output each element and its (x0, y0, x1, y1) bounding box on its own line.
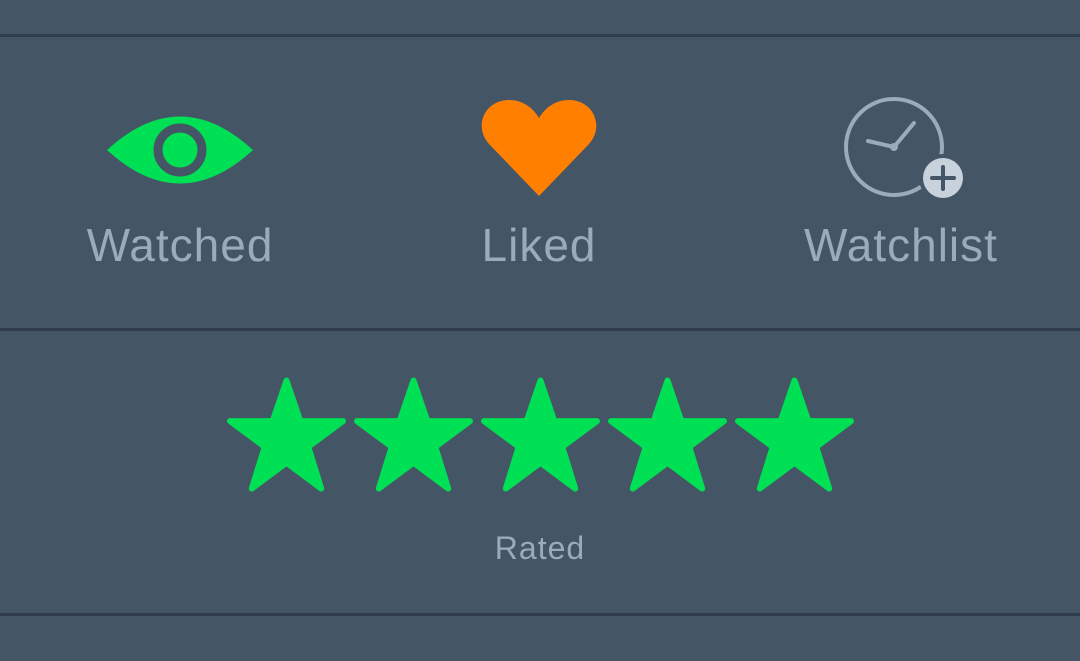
stars-row[interactable] (226, 376, 854, 494)
heart-icon (449, 90, 629, 210)
star-3-icon[interactable] (480, 376, 600, 494)
star-1-icon[interactable] (226, 376, 346, 494)
film-actions-panel: Watched Liked Watchlist Rated (0, 0, 1080, 661)
watched-button[interactable]: Watched (50, 90, 310, 290)
eye-icon (90, 90, 270, 210)
star-rating[interactable] (0, 376, 1080, 494)
bottom-divider (0, 613, 1080, 616)
star-2-icon[interactable] (353, 376, 473, 494)
rated-label: Rated (494, 530, 586, 566)
top-divider (0, 34, 1080, 37)
liked-button[interactable]: Liked (409, 90, 669, 290)
watched-label: Watched (86, 219, 274, 271)
watchlist-button[interactable]: Watchlist (771, 90, 1031, 290)
liked-label: Liked (481, 219, 597, 271)
star-4-icon[interactable] (607, 376, 727, 494)
watchlist-label: Watchlist (804, 219, 998, 271)
star-5-icon[interactable] (734, 376, 854, 494)
clock-plus-icon (811, 90, 991, 210)
middle-divider (0, 328, 1080, 331)
